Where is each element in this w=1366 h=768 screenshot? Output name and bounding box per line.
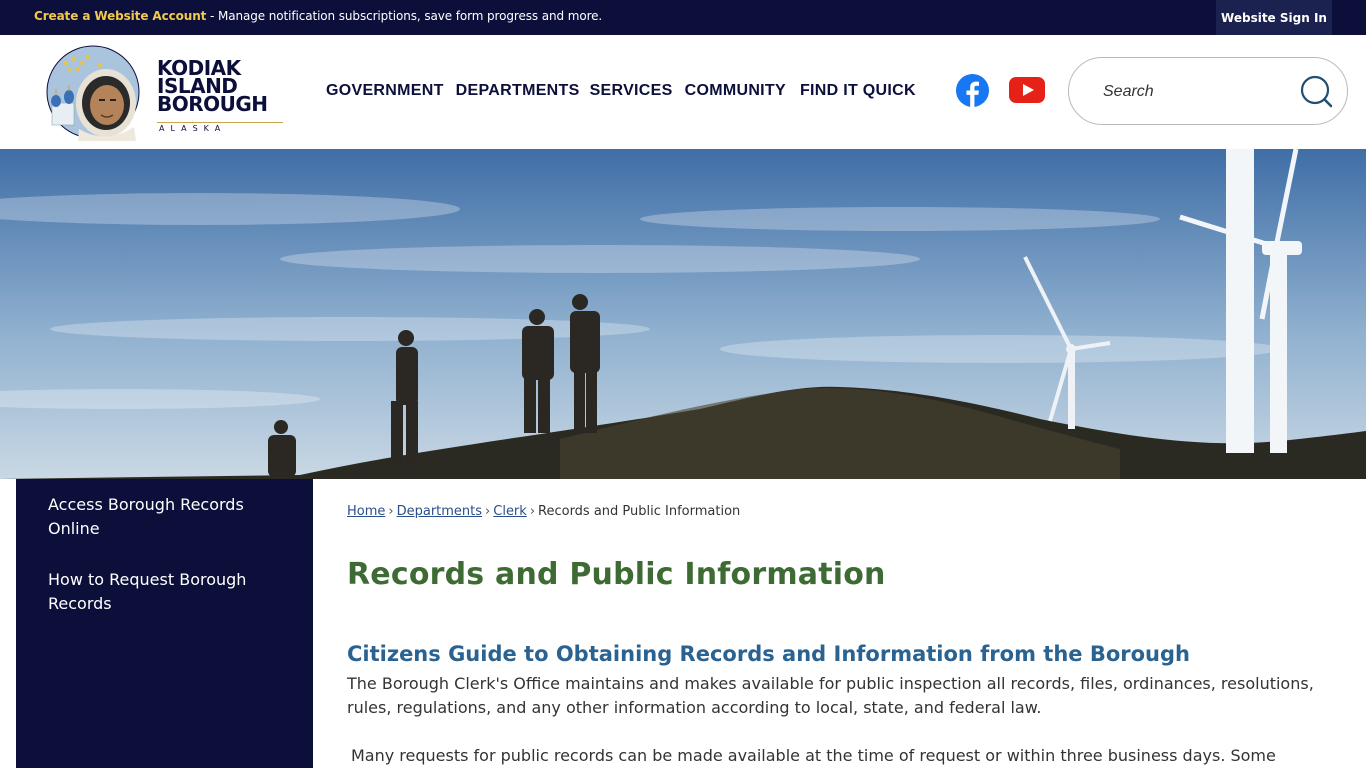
- page-title: Records and Public Information: [347, 557, 886, 592]
- create-account-link[interactable]: Create a Website Account: [34, 9, 206, 23]
- account-description: - Manage notification subscriptions, sav…: [206, 9, 603, 23]
- search-input[interactable]: [1101, 78, 1295, 106]
- nav-community[interactable]: COMMUNITY: [685, 82, 786, 100]
- breadcrumb: Home › Departments › Clerk › Records and Publi…: [347, 504, 740, 519]
- sidebar-item-how-to-request-records[interactable]: How to Request Borough Records: [48, 568, 288, 616]
- sidebar-item-access-records-online[interactable]: Access Borough Records Online: [48, 493, 288, 541]
- section-heading: Citizens Guide to Obtaining Records and …: [347, 642, 1190, 666]
- breadcrumb-departments[interactable]: Departments: [397, 504, 482, 519]
- wind-turbines-hillside-photo: [0, 149, 1366, 479]
- search-box: [1068, 57, 1348, 125]
- account-message: Create a Website Account - Manage notifi…: [34, 9, 602, 23]
- breadcrumb-clerk[interactable]: Clerk: [493, 504, 527, 519]
- logo-divider: [157, 122, 283, 123]
- logo-wordmark: KODIAK ISLAND BOROUGH: [157, 58, 268, 116]
- logo-line-borough: BOROUGH: [157, 92, 268, 116]
- facebook-icon[interactable]: [955, 73, 990, 108]
- breadcrumb-separator: ›: [485, 504, 491, 519]
- kodiak-island-borough-logo[interactable]: KODIAK ISLAND BOROUGH ALASKA: [44, 45, 284, 141]
- borough-crest-icon: [46, 45, 140, 141]
- nav-services[interactable]: SERVICES: [590, 82, 673, 100]
- website-sign-in-button[interactable]: Website Sign In: [1216, 0, 1332, 35]
- site-header: KODIAK ISLAND BOROUGH ALASKA GOVERNMENT …: [0, 35, 1366, 149]
- nav-departments[interactable]: DEPARTMENTS: [456, 82, 580, 100]
- top-utility-bar: Create a Website Account - Manage notifi…: [0, 0, 1366, 35]
- breadcrumb-separator: ›: [388, 504, 394, 519]
- intro-paragraph: The Borough Clerk's Office maintains and…: [347, 674, 1314, 717]
- youtube-icon[interactable]: [1009, 77, 1045, 103]
- requests-paragraph: Many requests for public records can be …: [351, 746, 1276, 765]
- breadcrumb-home[interactable]: Home: [347, 504, 385, 519]
- nav-find-it-quick[interactable]: FIND IT QUICK: [800, 82, 916, 100]
- nav-government[interactable]: GOVERNMENT: [326, 82, 444, 100]
- logo-subline: ALASKA: [159, 124, 227, 133]
- sidebar-navigation: Access Borough Records Online How to Req…: [16, 479, 313, 768]
- breadcrumb-separator: ›: [529, 504, 536, 519]
- breadcrumb-current: Records and Public Information: [538, 504, 741, 519]
- search-icon[interactable]: [1299, 74, 1335, 110]
- hero-banner-image: [0, 149, 1366, 479]
- main-navigation: GOVERNMENT DEPARTMENTS SERVICES COMMUNIT…: [326, 82, 916, 100]
